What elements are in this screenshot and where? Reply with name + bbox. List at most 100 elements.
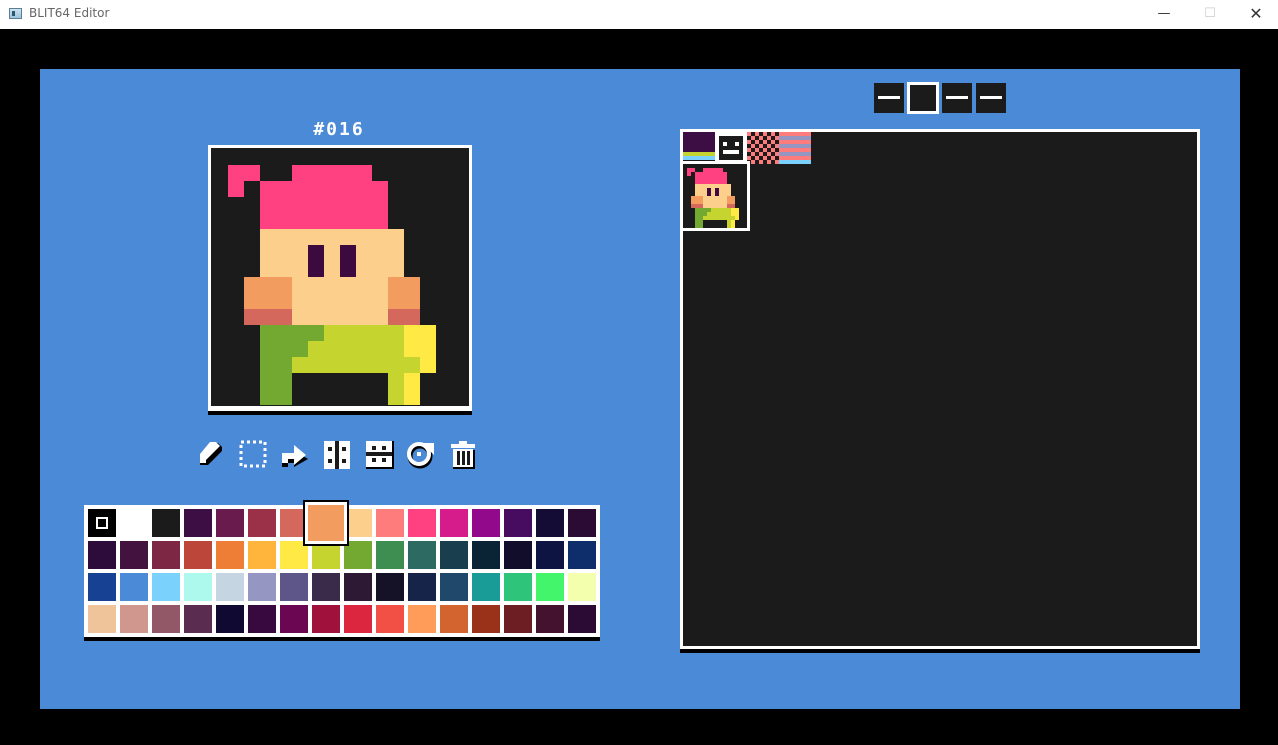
- palette-swatch[interactable]: [280, 541, 308, 569]
- sheet-page-1-button[interactable]: [874, 83, 904, 113]
- move-tool-icon[interactable]: [280, 439, 310, 471]
- rotate-tool-icon[interactable]: [406, 439, 436, 471]
- sheet-cell-selected[interactable]: [683, 161, 750, 231]
- sprite-pixel: [388, 277, 404, 293]
- sprite-canvas[interactable]: [211, 148, 469, 406]
- palette-swatch[interactable]: [248, 509, 276, 537]
- palette-swatch[interactable]: [568, 541, 596, 569]
- sprite-pixel: [292, 261, 308, 277]
- palette-swatch[interactable]: [504, 541, 532, 569]
- palette-swatch[interactable]: [440, 573, 468, 601]
- palette-swatch[interactable]: [120, 605, 148, 633]
- palette-swatch[interactable]: [376, 541, 404, 569]
- palette-swatch[interactable]: [216, 573, 244, 601]
- palette-swatch[interactable]: [88, 509, 116, 537]
- palette-swatch[interactable]: [152, 605, 180, 633]
- sprite-pixel: [372, 229, 388, 245]
- sheet-page-3-button[interactable]: [942, 83, 972, 113]
- palette-swatch[interactable]: [184, 541, 212, 569]
- sprite-pixel: [388, 341, 404, 357]
- palette-swatch[interactable]: [568, 573, 596, 601]
- delete-tool-icon[interactable]: [448, 439, 478, 471]
- sprite-pixel: [388, 357, 404, 373]
- palette-swatch[interactable]: [568, 605, 596, 633]
- sprite-pixel: [340, 341, 356, 357]
- sheet-page-2-button[interactable]: [907, 82, 939, 114]
- palette-swatch[interactable]: [184, 605, 212, 633]
- palette-swatch[interactable]: [184, 509, 212, 537]
- palette-swatch[interactable]: [152, 541, 180, 569]
- sheet-cell[interactable]: [683, 132, 715, 164]
- palette-swatch[interactable]: [504, 509, 532, 537]
- sprite-pixel: [308, 181, 324, 197]
- palette-swatch[interactable]: [120, 573, 148, 601]
- sprite-pixel: [292, 229, 308, 245]
- palette-swatch[interactable]: [312, 541, 340, 569]
- palette-swatch[interactable]: [88, 541, 116, 569]
- sprite-pixel: [340, 309, 356, 325]
- minimize-button[interactable]: —: [1141, 0, 1187, 29]
- palette-swatch[interactable]: [536, 573, 564, 601]
- palette-swatch[interactable]: [504, 573, 532, 601]
- palette-swatch[interactable]: [408, 541, 436, 569]
- palette-swatch[interactable]: [152, 509, 180, 537]
- sprite-pixel: [420, 325, 436, 341]
- palette-swatch[interactable]: [216, 541, 244, 569]
- palette-swatch[interactable]: [248, 605, 276, 633]
- flip-horizontal-tool-icon[interactable]: [322, 439, 352, 471]
- palette-swatch[interactable]: [88, 605, 116, 633]
- palette-swatch[interactable]: [184, 573, 212, 601]
- palette-swatch[interactable]: [344, 541, 372, 569]
- palette-swatch[interactable]: [440, 509, 468, 537]
- palette-swatch[interactable]: [536, 605, 564, 633]
- sheet-cell-face[interactable]: [715, 132, 747, 164]
- palette-swatch[interactable]: [536, 509, 564, 537]
- palette-swatch[interactable]: [376, 573, 404, 601]
- palette-swatch[interactable]: [248, 573, 276, 601]
- palette-swatch[interactable]: [472, 541, 500, 569]
- sprite-pixel: [260, 309, 276, 325]
- palette-swatch[interactable]: [216, 509, 244, 537]
- selected-sprite-thumbnail: [683, 164, 747, 228]
- palette-swatch[interactable]: [472, 509, 500, 537]
- palette-swatch[interactable]: [568, 509, 596, 537]
- sprite-pixel: [340, 325, 356, 341]
- palette-swatch[interactable]: [280, 573, 308, 601]
- palette-swatch[interactable]: [120, 509, 148, 537]
- select-tool-icon[interactable]: [238, 439, 268, 471]
- palette-swatch[interactable]: [376, 509, 404, 537]
- pencil-tool-icon[interactable]: [196, 439, 226, 471]
- sprite-sheet[interactable]: [683, 132, 1197, 646]
- sheet-page-4-button[interactable]: [976, 83, 1006, 113]
- palette-swatch[interactable]: [344, 573, 372, 601]
- flip-vertical-tool-icon[interactable]: [364, 439, 394, 471]
- palette-swatch[interactable]: [472, 605, 500, 633]
- maximize-button[interactable]: ☐: [1187, 0, 1233, 29]
- palette-swatch[interactable]: [344, 509, 372, 537]
- sheet-cell-stripes[interactable]: [779, 132, 811, 164]
- palette-swatch[interactable]: [408, 605, 436, 633]
- palette-swatch[interactable]: [408, 509, 436, 537]
- close-button[interactable]: ✕: [1233, 0, 1278, 29]
- palette-swatch[interactable]: [440, 605, 468, 633]
- palette-swatch[interactable]: [472, 573, 500, 601]
- palette-swatch[interactable]: [408, 573, 436, 601]
- sheet-cell-checker[interactable]: [747, 132, 779, 164]
- palette-swatch[interactable]: [216, 605, 244, 633]
- palette-swatch[interactable]: [120, 541, 148, 569]
- palette-swatch[interactable]: [88, 573, 116, 601]
- palette-swatch[interactable]: [440, 541, 468, 569]
- palette-swatch[interactable]: [312, 573, 340, 601]
- palette-swatch[interactable]: [280, 605, 308, 633]
- palette-swatch[interactable]: [536, 541, 564, 569]
- palette-swatch[interactable]: [376, 605, 404, 633]
- sprite-pixel: [292, 197, 308, 213]
- palette-swatch[interactable]: [152, 573, 180, 601]
- palette-swatch[interactable]: [248, 541, 276, 569]
- palette-swatch[interactable]: [280, 509, 308, 537]
- palette-swatch[interactable]: [305, 502, 347, 544]
- palette-swatch[interactable]: [344, 605, 372, 633]
- palette-swatch[interactable]: [312, 605, 340, 633]
- window-titlebar: BLIT64 Editor — ☐ ✕: [0, 0, 1278, 29]
- palette-swatch[interactable]: [504, 605, 532, 633]
